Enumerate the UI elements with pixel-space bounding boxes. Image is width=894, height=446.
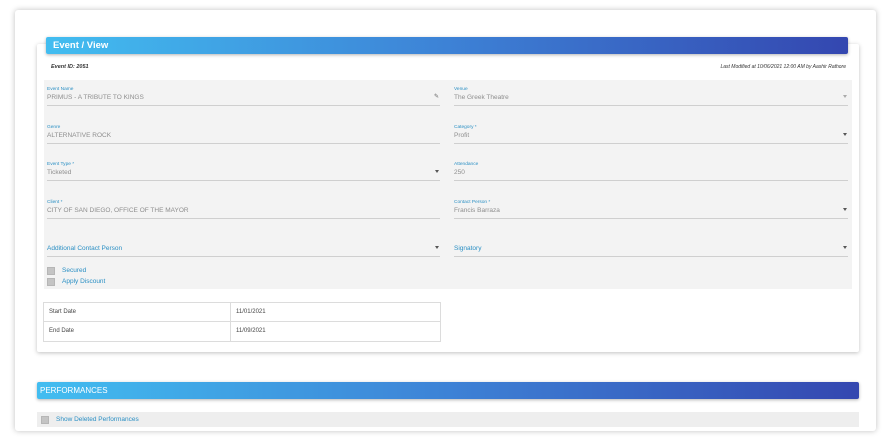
header-title: Event / View: [53, 40, 109, 51]
venue-select[interactable]: Venue The Greek Theatre: [454, 87, 848, 113]
event-name-field[interactable]: Event Name PRIMUS - A TRIBUTE TO KINGS ✎: [47, 87, 440, 113]
attendance-field[interactable]: Attendance 250: [454, 162, 848, 188]
chevron-down-icon: [843, 95, 847, 98]
end-date-label: End Date: [49, 328, 75, 334]
event-type-value: Ticketed: [47, 169, 72, 176]
secured-checkbox[interactable]: [47, 266, 55, 275]
last-modified: Last Modified at 10/06/2021 12:00 AM by …: [720, 64, 846, 70]
field-underline: [47, 143, 440, 144]
performances-title: PERFORMANCES: [40, 386, 108, 395]
client-label: Client *: [47, 200, 63, 205]
secured-checkbox-row[interactable]: Secured: [47, 266, 86, 275]
field-underline: [47, 256, 440, 257]
apply-discount-label[interactable]: Apply Discount: [62, 278, 105, 285]
column-divider: [230, 322, 231, 341]
category-select[interactable]: Category * Profit: [454, 125, 848, 151]
apply-discount-checkbox-row[interactable]: Apply Discount: [47, 277, 105, 286]
client-field[interactable]: Client * CITY OF SAN DIEGO, OFFICE OF TH…: [47, 200, 440, 226]
show-deleted-label[interactable]: Show Deleted Performances: [56, 416, 139, 423]
field-underline: [454, 218, 848, 219]
field-underline: [454, 256, 848, 257]
field-underline: [47, 218, 440, 219]
start-date-value: 11/01/2021: [236, 309, 266, 315]
genre-label: Genre: [47, 125, 61, 130]
event-type-label: Event Type *: [47, 162, 75, 167]
contact-person-select[interactable]: Contact Person * Francis Barraza: [454, 200, 848, 226]
secured-label[interactable]: Secured: [62, 267, 86, 274]
chevron-down-icon: [435, 246, 439, 249]
field-underline: [454, 143, 848, 144]
venue-value: The Greek Theatre: [454, 94, 509, 101]
chevron-down-icon: [843, 133, 847, 136]
end-date-value: 11/09/2021: [236, 328, 266, 334]
category-value: Profit: [454, 132, 470, 139]
contact-person-value: Francis Barraza: [454, 207, 500, 214]
event-type-select[interactable]: Event Type * Ticketed: [47, 162, 440, 188]
event-name-label: Event Name: [47, 87, 74, 92]
additional-contact-select[interactable]: Additional Contact Person: [47, 238, 440, 264]
chevron-down-icon: [435, 170, 439, 173]
field-underline: [454, 180, 848, 181]
venue-label: Venue: [454, 87, 468, 92]
signatory-label: Signatory: [454, 245, 482, 252]
attendance-label: Attendance: [454, 162, 479, 167]
attendance-value: 250: [454, 169, 465, 176]
show-deleted-checkbox[interactable]: [41, 415, 49, 424]
chevron-down-icon: [843, 246, 847, 249]
field-underline: [47, 105, 440, 106]
additional-contact-label: Additional Contact Person: [47, 245, 123, 252]
genre-field[interactable]: Genre ALTERNATIVE ROCK: [47, 125, 440, 151]
signatory-select[interactable]: Signatory: [454, 238, 848, 264]
dates-table: Start Date 11/01/2021 End Date 11/09/202…: [43, 302, 441, 342]
performances-header: PERFORMANCES: [37, 382, 859, 399]
genre-value: ALTERNATIVE ROCK: [47, 132, 112, 139]
field-underline: [47, 180, 440, 181]
apply-discount-checkbox[interactable]: [47, 277, 55, 286]
event-id: Event ID: 2051: [51, 64, 89, 70]
show-deleted-row[interactable]: Show Deleted Performances: [37, 412, 859, 427]
table-row: End Date 11/09/2021: [44, 322, 440, 341]
start-date-label: Start Date: [49, 309, 77, 315]
client-value: CITY OF SAN DIEGO, OFFICE OF THE MAYOR: [47, 207, 189, 214]
category-label: Category *: [454, 125, 477, 130]
field-underline: [454, 105, 848, 106]
pencil-icon[interactable]: ✎: [434, 94, 439, 100]
column-divider: [230, 303, 231, 321]
contact-person-label: Contact Person *: [454, 200, 491, 205]
table-row: Start Date 11/01/2021: [44, 303, 440, 322]
event-view-header: Event / View: [46, 37, 848, 54]
chevron-down-icon: [843, 208, 847, 211]
event-name-value: PRIMUS - A TRIBUTE TO KINGS: [47, 94, 144, 101]
